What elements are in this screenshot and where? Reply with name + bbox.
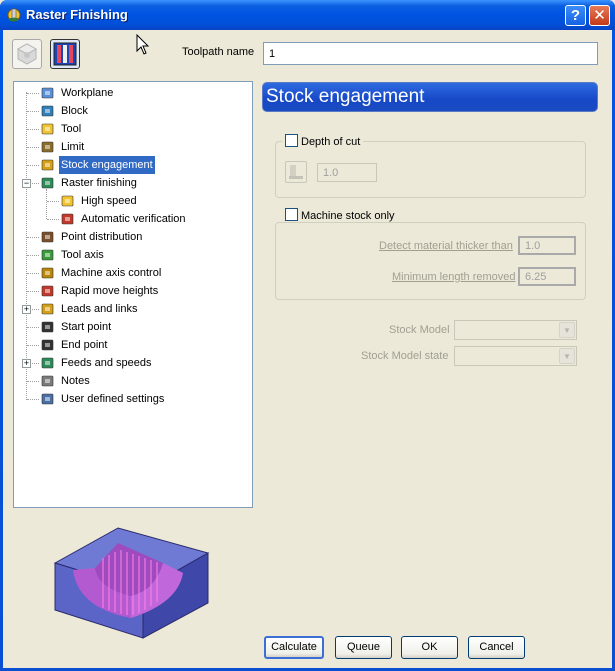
tree-item-label: Feeds and speeds xyxy=(61,357,152,369)
window-title: Raster Finishing xyxy=(26,7,128,22)
minimum-length-label: Minimum length removed xyxy=(392,271,516,283)
raster-finishing-strategy-button[interactable] xyxy=(50,39,80,69)
tree-item-label: Tool axis xyxy=(61,249,104,261)
machine-stock-only-checkbox[interactable] xyxy=(285,208,298,221)
dialog-body: Toolpath name Workplane Block Tool Limit Sto… xyxy=(3,30,612,668)
tree-item-label: Rapid move heights xyxy=(61,285,159,297)
strategy-selector-button[interactable] xyxy=(12,39,42,69)
tree-item-label: High speed xyxy=(81,195,137,207)
tree-connector xyxy=(27,111,39,112)
expand-icon[interactable]: + xyxy=(22,305,31,314)
stock-model-state-select[interactable]: ▼ xyxy=(454,346,577,366)
raster-finishing-icon xyxy=(41,177,54,189)
user-defined-settings-icon xyxy=(41,393,54,405)
detect-material-input[interactable] xyxy=(518,236,576,255)
workplane-icon xyxy=(41,87,54,99)
help-button[interactable]: ? xyxy=(565,5,586,26)
tree-item-label: Block xyxy=(61,105,88,117)
tree-connector xyxy=(47,219,59,220)
title-bar[interactable]: Raster Finishing ? ✕ xyxy=(0,0,615,30)
automatic-verification-icon xyxy=(61,213,74,225)
page-title: Stock engagement xyxy=(262,82,598,112)
tree-item-label: Leads and links xyxy=(61,303,138,315)
powermill-app-icon xyxy=(7,8,21,22)
stock-model-label: Stock Model xyxy=(389,324,450,336)
stock-model-select[interactable]: ▼ xyxy=(454,320,577,340)
rapid-move-heights-icon xyxy=(41,285,54,297)
tree-connector xyxy=(27,327,39,328)
tree-item-label: Stock engagement xyxy=(59,156,155,174)
depth-of-cut-label: Depth of cut xyxy=(301,136,361,148)
raster-finishing-icon xyxy=(53,42,77,66)
toolpath-name-label: Toolpath name xyxy=(182,46,255,58)
tree-item-label: Workplane xyxy=(61,87,114,99)
tree-connector xyxy=(27,165,39,166)
tree-connector xyxy=(27,147,39,148)
queue-button[interactable]: Queue xyxy=(335,636,392,659)
high-speed-icon xyxy=(61,195,74,207)
block-icon xyxy=(41,105,54,117)
machine-axis-control-icon xyxy=(41,267,54,279)
tree-connector xyxy=(27,255,39,256)
tree-connector xyxy=(27,399,39,400)
machine-stock-only-group xyxy=(275,222,586,300)
tool-icon xyxy=(41,123,54,135)
stock-engagement-icon xyxy=(41,159,54,171)
toolpath-name-input[interactable] xyxy=(263,42,598,65)
calculate-button[interactable]: Calculate xyxy=(264,636,324,659)
tree-connector xyxy=(46,189,47,219)
depth-of-cut-legend: Depth of cut xyxy=(282,134,364,148)
tree-item-label: Start point xyxy=(61,321,112,333)
strategy-tree[interactable]: Workplane Block Tool Limit Stock engagement R… xyxy=(13,81,253,508)
toolpath-preview-image xyxy=(53,527,210,639)
tree-item-label: User defined settings xyxy=(61,393,165,405)
tree-item-label: End point xyxy=(61,339,108,351)
stock-model-state-label: Stock Model state xyxy=(361,350,449,362)
point-distribution-icon xyxy=(41,231,54,243)
tree-connector xyxy=(27,129,39,130)
tree-item-label: Notes xyxy=(61,375,90,387)
strategy-icon xyxy=(16,43,38,65)
measure-icon xyxy=(289,165,303,179)
chevron-down-icon: ▼ xyxy=(559,348,575,364)
tree-connector xyxy=(27,273,39,274)
tree-connector xyxy=(27,237,39,238)
machine-stock-only-label: Machine stock only xyxy=(301,210,395,222)
tree-item-label: Limit xyxy=(61,141,85,153)
tree-connector xyxy=(27,291,39,292)
leads-and-links-icon xyxy=(41,303,54,315)
tree-connector xyxy=(27,345,39,346)
mouse-cursor-icon xyxy=(136,34,150,55)
depth-of-cut-checkbox[interactable] xyxy=(285,134,298,147)
detect-material-label: Detect material thicker than xyxy=(379,240,513,252)
tree-connector xyxy=(26,92,27,400)
tree-connector xyxy=(27,93,39,94)
tree-item-label: Point distribution xyxy=(61,231,143,243)
dialog-window: Raster Finishing ? ✕ Toolpath name 1 Wor… xyxy=(0,0,615,671)
depth-of-cut-input[interactable] xyxy=(317,163,377,182)
tree-item-label: Tool xyxy=(61,123,82,135)
start-point-icon xyxy=(41,321,54,333)
collapse-icon[interactable]: − xyxy=(22,179,31,188)
minimum-length-input[interactable] xyxy=(518,267,576,286)
chevron-down-icon: ▼ xyxy=(559,322,575,338)
cancel-button[interactable]: Cancel xyxy=(468,636,525,659)
tree-connector xyxy=(47,201,59,202)
notes-icon xyxy=(41,375,54,387)
machine-stock-only-legend: Machine stock only xyxy=(282,208,398,222)
limit-icon xyxy=(41,141,54,153)
feeds-and-speeds-icon xyxy=(41,357,54,369)
tree-item-label: Raster finishing xyxy=(61,177,137,189)
tree-connector xyxy=(27,381,39,382)
end-point-icon xyxy=(41,339,54,351)
expand-icon[interactable]: + xyxy=(22,359,31,368)
tool-axis-icon xyxy=(41,249,54,261)
depth-of-cut-pick-button[interactable] xyxy=(285,161,307,183)
tree-item-label: Automatic verification xyxy=(81,213,186,225)
close-button[interactable]: ✕ xyxy=(589,5,610,26)
ok-button[interactable]: OK xyxy=(401,636,458,659)
tree-item-label: Machine axis control xyxy=(61,267,162,279)
